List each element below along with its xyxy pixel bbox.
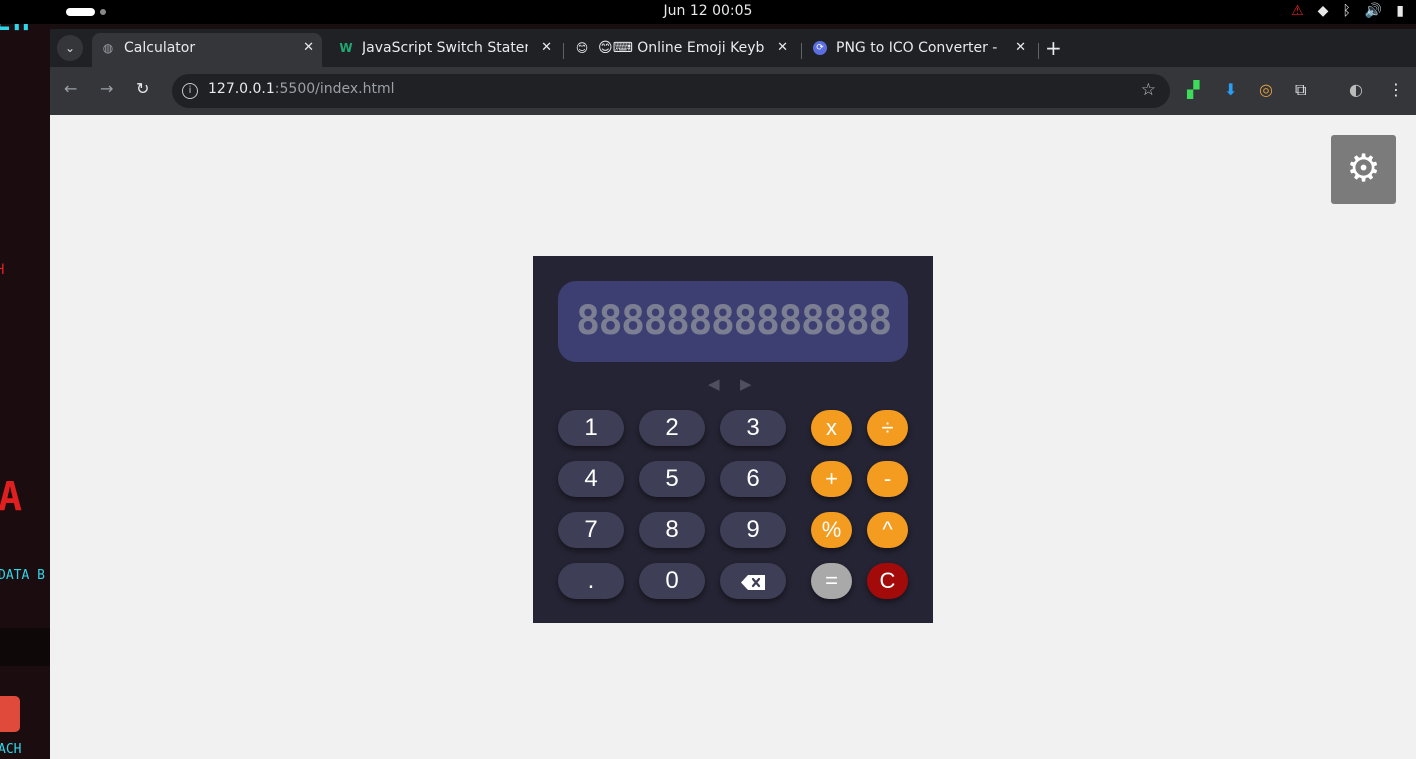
- desktop-text: H: [0, 262, 5, 278]
- system-tray[interactable]: ⚠ ◆ ᛒ 🔊 ▮: [1291, 3, 1404, 19]
- battery-icon[interactable]: ▮: [1396, 3, 1404, 19]
- tab-calculator[interactable]: ◍ Calculator ✕: [92, 33, 322, 67]
- calculator-display: 88888888888888: [558, 281, 908, 362]
- key-4[interactable]: 4: [558, 461, 624, 497]
- tab-close-button[interactable]: ✕: [1015, 33, 1026, 63]
- tab-title: Calculator: [124, 40, 196, 56]
- backspace-button[interactable]: [720, 563, 786, 599]
- tab-separator: [1038, 43, 1039, 59]
- bluetooth-icon[interactable]: ᛒ: [1342, 3, 1350, 19]
- browser-window: ⌄ ◍ Calculator ✕ W JavaScript Switch Sta…: [50, 29, 1416, 759]
- tab-javascript-switch[interactable]: W JavaScript Switch Statem ✕: [330, 33, 560, 67]
- left-arrow-icon[interactable]: ◀: [708, 375, 720, 393]
- desktop-text: EH: [0, 24, 32, 37]
- tab-title: 😊⌨ Online Emoji Keyb: [598, 40, 764, 56]
- w-icon: W: [339, 41, 353, 55]
- tab-title: PNG to ICO Converter - F: [836, 40, 1002, 56]
- power-button[interactable]: ^: [867, 512, 908, 548]
- multiply-button[interactable]: x: [811, 410, 852, 446]
- calculator: 88888888888888 ◀ ▶ 1 2 3 x ÷ 4 5 6 + - 7…: [533, 256, 933, 623]
- desktop-panel: [0, 628, 50, 666]
- add-button[interactable]: +: [811, 461, 852, 497]
- key-7[interactable]: 7: [558, 512, 624, 548]
- globe-icon: ◍: [102, 41, 114, 55]
- tab-separator: [563, 43, 564, 59]
- gear-icon: ⚙: [1346, 146, 1381, 190]
- browser-toolbar: ← → ↻ i 127.0.0.1:5500/index.html ☆ ▞ ⬇ …: [50, 67, 1416, 115]
- bookmark-star-icon[interactable]: ☆: [1141, 80, 1156, 100]
- desktop-text: ACH: [0, 742, 22, 757]
- tab-search-button[interactable]: ⌄: [57, 35, 83, 61]
- key-2[interactable]: 2: [639, 410, 705, 446]
- key-8[interactable]: 8: [639, 512, 705, 548]
- clock[interactable]: Jun 12 00:05: [0, 3, 1416, 19]
- tab-strip: ⌄ ◍ Calculator ✕ W JavaScript Switch Sta…: [50, 29, 1416, 67]
- tab-close-button[interactable]: ✕: [777, 33, 788, 63]
- tab-emoji-keyboard[interactable]: 😊 😊⌨ Online Emoji Keyb ✕: [566, 33, 796, 67]
- key-3[interactable]: 3: [720, 410, 786, 446]
- back-icon[interactable]: ←: [64, 79, 77, 98]
- page-content: ⚙ 88888888888888 ◀ ▶ 1 2 3 x ÷ 4 5 6 + -…: [50, 115, 1416, 759]
- system-top-bar: Jun 12 00:05 ⚠ ◆ ᛒ 🔊 ▮: [0, 0, 1416, 24]
- site-info-icon[interactable]: i: [182, 83, 198, 99]
- desktop-text: A: [0, 474, 23, 520]
- profile-avatar-icon[interactable]: ◐: [1349, 80, 1363, 99]
- tab-close-button[interactable]: ✕: [303, 33, 314, 63]
- settings-gear-button[interactable]: ⚙: [1331, 135, 1396, 204]
- key-5[interactable]: 5: [639, 461, 705, 497]
- tab-separator: [801, 43, 802, 59]
- url-host: 127.0.0.1: [208, 81, 275, 97]
- extensions-puzzle-icon[interactable]: ⧉: [1295, 80, 1306, 100]
- tab-close-button[interactable]: ✕: [541, 33, 552, 63]
- key-6[interactable]: 6: [720, 461, 786, 497]
- emoji-icon: 😊: [575, 41, 589, 55]
- url-text[interactable]: 127.0.0.1:5500/index.html: [208, 81, 395, 97]
- subtract-button[interactable]: -: [867, 461, 908, 497]
- dock-app-icon[interactable]: [0, 696, 20, 732]
- tab-title: JavaScript Switch Statem: [362, 40, 528, 56]
- new-tab-button[interactable]: +: [1045, 35, 1062, 61]
- key-1[interactable]: 1: [558, 410, 624, 446]
- clear-button[interactable]: C: [867, 563, 908, 599]
- backspace-icon: [741, 575, 765, 590]
- equals-button[interactable]: =: [811, 563, 852, 599]
- menu-kebab-icon[interactable]: ⋮: [1388, 80, 1404, 99]
- right-arrow-icon[interactable]: ▶: [740, 375, 752, 393]
- address-bar[interactable]: i 127.0.0.1:5500/index.html ☆: [172, 74, 1170, 108]
- tab-png-ico[interactable]: ⟳ PNG to ICO Converter - F ✕: [804, 33, 1034, 67]
- key-0[interactable]: 0: [639, 563, 705, 599]
- convert-icon: ⟳: [813, 41, 827, 55]
- url-path: :5500/index.html: [274, 81, 395, 97]
- display-digits: 88888888888888: [576, 298, 892, 344]
- extension-icon[interactable]: ▞: [1187, 80, 1199, 99]
- divide-button[interactable]: ÷: [867, 410, 908, 446]
- desktop-text: DATA B: [0, 568, 45, 583]
- reload-icon[interactable]: ↻: [136, 79, 149, 98]
- wifi-icon[interactable]: ◆: [1318, 3, 1329, 19]
- key-9[interactable]: 9: [720, 512, 786, 548]
- desktop-background: EH H A DATA B ACH: [0, 24, 50, 759]
- color-picker-icon[interactable]: ◎: [1259, 80, 1273, 99]
- cursor-arrows: ◀ ▶: [708, 375, 758, 395]
- warning-icon[interactable]: ⚠: [1291, 3, 1304, 19]
- volume-icon[interactable]: 🔊: [1365, 3, 1382, 19]
- download-icon[interactable]: ⬇: [1224, 80, 1237, 99]
- key-decimal[interactable]: .: [558, 563, 624, 599]
- forward-icon[interactable]: →: [100, 79, 113, 98]
- percent-button[interactable]: %: [811, 512, 852, 548]
